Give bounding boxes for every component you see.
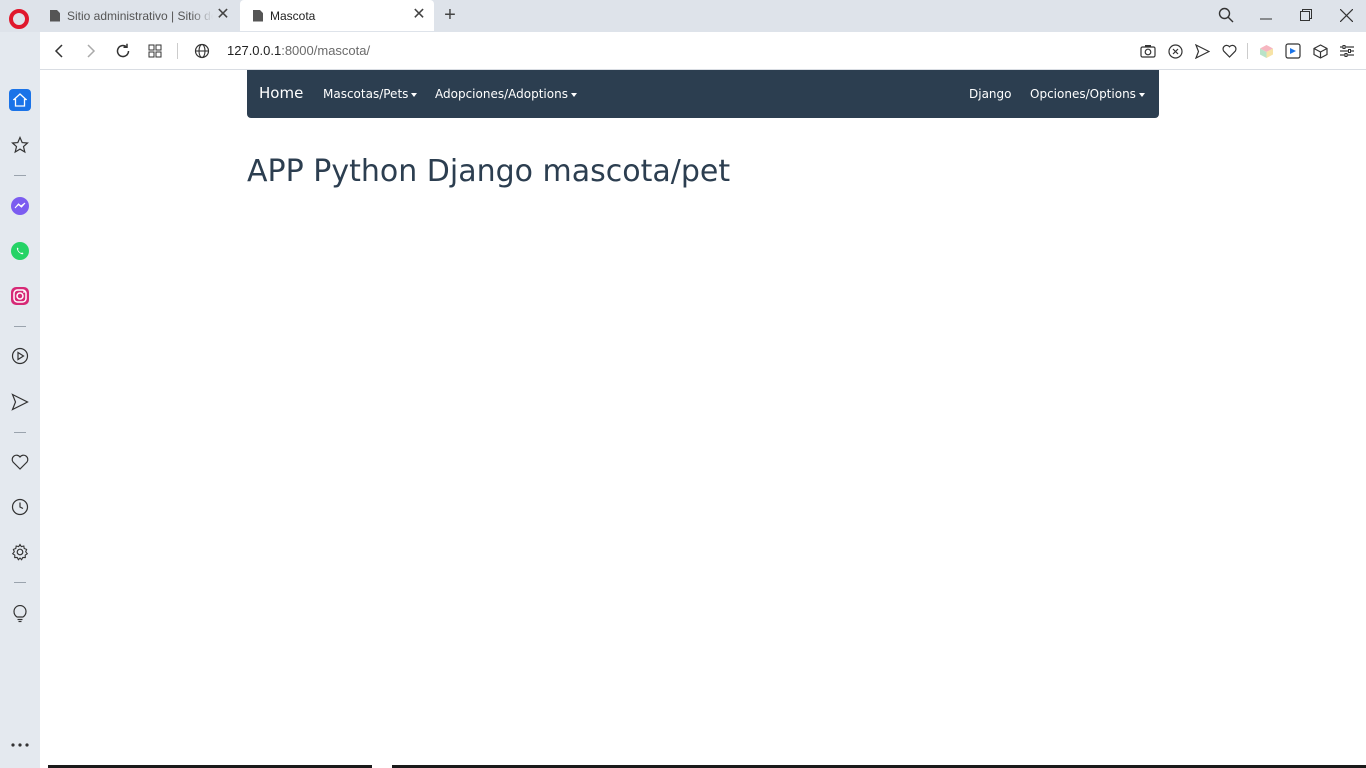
caret-down-icon [1138,92,1145,97]
close-tab-icon[interactable]: ✕ [412,7,426,23]
nav-dropdown-opciones[interactable]: Opciones/Options [1030,87,1145,101]
back-icon[interactable] [48,40,70,62]
site-info-globe-icon[interactable] [191,40,213,62]
caret-down-icon [570,92,577,97]
my-flow-icon[interactable] [10,392,30,412]
sidebar-separator [14,582,26,583]
close-window-icon[interactable] [1326,0,1366,30]
sidebar-separator [14,175,26,176]
tab-mascota[interactable]: Mascota ✕ [240,0,434,31]
speed-dial-icon[interactable] [144,40,166,62]
easy-setup-icon[interactable] [1338,40,1356,62]
pinboard-icon[interactable] [10,135,30,155]
history-clock-icon[interactable] [10,497,30,517]
more-options-icon[interactable] [10,735,30,755]
sidebar-separator [14,432,26,433]
snapshot-camera-icon[interactable] [1139,40,1157,62]
nav-label: Mascotas/Pets [323,87,409,101]
tab-admin-site[interactable]: Sitio administrativo | Sitio de administ… [40,0,238,31]
tab-label: Sitio administrativo | Sitio de administ… [67,8,213,23]
search-tabs-icon[interactable] [1206,0,1246,30]
url-path: :8000/mascota/ [281,43,371,58]
address-bar: 127.0.0.1:8000/mascota/ [40,32,1366,70]
page-viewport: Home Mascotas/Pets Adopciones/Adoptions … [40,70,1366,768]
browser-sidebar [0,32,40,768]
forward-icon[interactable] [80,40,102,62]
nav-link-django[interactable]: Django [969,87,1012,101]
caret-down-icon [411,92,418,97]
bookmark-heart-icon[interactable] [1220,40,1238,62]
tools-divider [1247,43,1248,59]
close-tab-icon[interactable]: ✕ [216,7,230,23]
home-speed-dial-icon[interactable] [9,89,31,111]
site-navbar: Home Mascotas/Pets Adopciones/Adoptions … [247,70,1159,118]
restore-icon[interactable] [1286,0,1326,30]
whatsapp-icon[interactable] [10,241,30,261]
sidebar-separator [14,326,26,327]
document-icon [253,9,263,22]
instagram-icon[interactable] [10,286,30,306]
url-field[interactable]: 127.0.0.1:8000/mascota/ [227,43,370,58]
opera-menu-icon[interactable] [9,9,29,29]
player-icon[interactable] [10,346,30,366]
nav-dropdown-adopciones[interactable]: Adopciones/Adoptions [435,87,577,101]
nav-dropdown-mascotas[interactable]: Mascotas/Pets [323,87,418,101]
browser-titlebar: Sitio administrativo | Sitio de administ… [0,0,1366,32]
document-icon [50,9,60,22]
bookmarks-heart-icon[interactable] [10,452,30,472]
address-bar-tools [1139,40,1356,62]
minimize-icon[interactable] [1246,0,1286,30]
page-title: APP Python Django mascota/pet [247,154,731,189]
send-to-flow-icon[interactable] [1193,40,1211,62]
new-tab-button[interactable]: + [441,4,459,26]
nav-label: Adopciones/Adoptions [435,87,568,101]
messenger-icon[interactable] [10,196,30,216]
navbar-brand-home[interactable]: Home [259,84,303,102]
nav-label: Opciones/Options [1030,87,1136,101]
window-controls [1206,0,1366,32]
extensions-cube-icon[interactable] [1311,40,1329,62]
player-extension-icon[interactable] [1284,40,1302,62]
lightbulb-icon[interactable] [10,604,30,624]
settings-gear-icon[interactable] [10,542,30,562]
reload-icon[interactable] [112,40,134,62]
address-divider [177,43,178,59]
url-host: 127.0.0.1 [227,43,282,58]
tab-label: Mascota [270,8,316,23]
ad-blocker-icon[interactable] [1166,40,1184,62]
extension-cube-color-icon[interactable] [1257,40,1275,62]
